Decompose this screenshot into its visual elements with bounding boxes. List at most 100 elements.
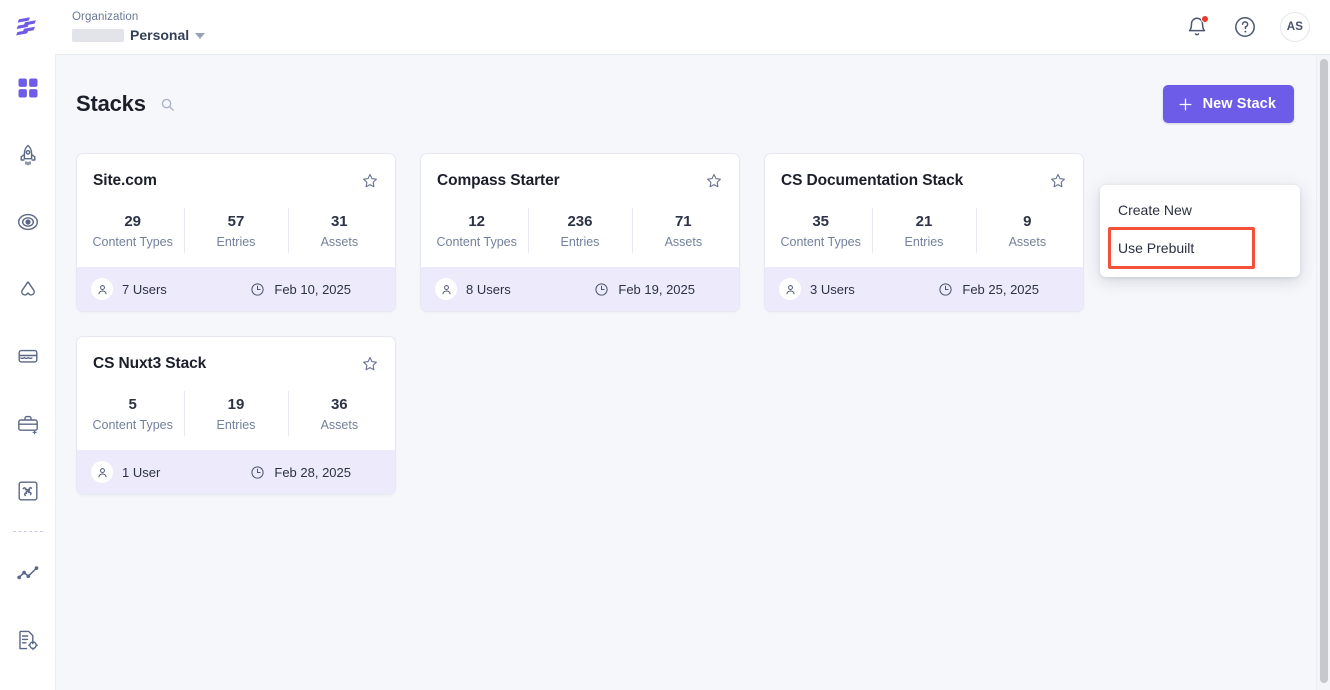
stat-value: 29 — [124, 213, 141, 230]
stat-label: Entries — [216, 418, 256, 432]
page-title: Stacks — [76, 91, 146, 116]
stack-users: 1 User — [91, 461, 160, 483]
menu-item-use-prebuilt[interactable]: Use Prebuilt — [1100, 227, 1300, 269]
stat-value: 36 — [330, 396, 348, 413]
sidebar-item-automate[interactable] — [8, 204, 48, 239]
avatar-initials: AS — [1286, 21, 1304, 33]
stack-card[interactable]: CS Nuxt3 Stack 5 Content Types 19 Entrie… — [76, 336, 396, 495]
page-header: Stacks New Stack — [56, 55, 1330, 123]
chevron-down-icon[interactable] — [195, 33, 206, 39]
stat-label: Assets — [1008, 235, 1047, 249]
question-circle-icon — [1235, 17, 1255, 37]
stack-card-stats: 5 Content Types 19 Entries 36 Assets — [77, 373, 395, 450]
stat-label: Entries — [560, 235, 600, 249]
favorite-star-button[interactable] — [361, 355, 379, 373]
stat-label: Content Types — [436, 235, 517, 249]
stack-card-title: Compass Starter — [437, 172, 560, 189]
top-header: Organization Personal AS — [0, 0, 1330, 54]
body-row: Stacks New Stack Create New Use Prebuilt… — [0, 54, 1330, 690]
sidebar-item-launch[interactable] — [8, 137, 48, 172]
stack-card[interactable]: CS Documentation Stack 35 Content Types — [764, 153, 1084, 312]
app-root: Organization Personal AS Stacks New Stac… — [0, 0, 1330, 690]
organization-switcher[interactable]: Organization Personal — [56, 10, 206, 44]
stack-updated: Feb 25, 2025 — [938, 282, 1069, 297]
stat-value: 71 — [674, 213, 692, 230]
notifications-button[interactable] — [1184, 14, 1210, 40]
stat-assets: 36 Assets — [287, 391, 391, 436]
star-outline-icon — [363, 173, 377, 188]
user-avatar[interactable]: AS — [1280, 12, 1310, 42]
stat-content-types: 35 Content Types — [769, 212, 872, 251]
stat-value: 12 — [468, 213, 485, 230]
stack-updated: Feb 19, 2025 — [594, 282, 725, 297]
rocket-icon — [20, 144, 35, 166]
stack-users-count: 3 Users — [810, 281, 855, 297]
favorite-star-button[interactable] — [705, 172, 723, 190]
sidebar-item-brand-kit[interactable] — [8, 272, 48, 307]
star-outline-icon — [363, 356, 377, 371]
stack-card-header: Compass Starter — [421, 154, 739, 190]
menu-item-create-new[interactable]: Create New — [1100, 193, 1300, 227]
sidebar-item-extensions[interactable] — [8, 473, 48, 508]
stack-updated-date: Feb 25, 2025 — [962, 281, 1039, 297]
stat-entries: 57 Entries — [184, 208, 287, 253]
stack-users-count: 7 Users — [122, 281, 167, 297]
stat-assets: 9 Assets — [975, 208, 1079, 253]
sidebar-item-marketplace[interactable] — [8, 339, 48, 374]
sidebar-item-analytics[interactable] — [8, 556, 48, 591]
new-stack-button[interactable]: New Stack — [1162, 85, 1294, 123]
stat-label: Entries — [904, 235, 944, 249]
target-eye-icon — [17, 213, 38, 231]
favorite-star-button[interactable] — [361, 172, 379, 190]
organization-value-row[interactable]: Personal — [72, 26, 206, 44]
menu-item-create-new-label: Create New — [1118, 202, 1192, 218]
stacks-search-button[interactable] — [160, 97, 175, 112]
stat-assets: 71 Assets — [631, 208, 735, 253]
stack-card-title: CS Documentation Stack — [781, 172, 964, 189]
favorite-star-button[interactable] — [1049, 172, 1067, 190]
new-stack-dropdown-menu: Create New Use Prebuilt — [1100, 185, 1300, 277]
notification-badge-dot — [1201, 15, 1209, 23]
document-gear-icon — [18, 631, 38, 651]
left-nav-rail — [0, 54, 56, 690]
stacks-grid: Site.com 29 Content Types 57 Entries 31 … — [56, 123, 1330, 515]
main-content: Stacks New Stack Create New Use Prebuilt… — [56, 54, 1330, 690]
stack-card-header: CS Documentation Stack — [765, 154, 1083, 190]
stack-card-header: Site.com — [77, 154, 395, 190]
stack-users: 3 Users — [779, 278, 855, 300]
clock-icon — [250, 465, 265, 480]
stack-users-count: 8 Users — [466, 281, 511, 297]
stack-card-title: CS Nuxt3 Stack — [93, 355, 207, 372]
app-logo[interactable] — [0, 0, 56, 54]
stack-card-stats: 35 Content Types 21 Entries 9 Assets — [765, 190, 1083, 267]
stat-value: 57 — [227, 213, 245, 230]
clock-icon — [594, 282, 609, 297]
stack-updated: Feb 10, 2025 — [250, 282, 381, 297]
menu-item-use-prebuilt-label: Use Prebuilt — [1118, 240, 1195, 256]
star-outline-icon — [1051, 173, 1065, 188]
stat-label: Content Types — [92, 235, 173, 249]
stack-card[interactable]: Compass Starter 12 Content Types 236 Ent… — [420, 153, 740, 312]
stat-value: 31 — [330, 213, 348, 230]
sidebar-item-stacks[interactable] — [8, 70, 48, 105]
stack-users: 8 Users — [435, 278, 511, 300]
stat-value: 5 — [128, 396, 137, 413]
store-icon — [18, 350, 38, 364]
help-button[interactable] — [1232, 14, 1258, 40]
stack-card[interactable]: Site.com 29 Content Types 57 Entries 31 … — [76, 153, 396, 312]
sidebar-item-settings-docs[interactable] — [8, 623, 48, 658]
stack-card-footer: 1 User Feb 28, 2025 — [77, 450, 395, 494]
grid-squares-icon — [18, 78, 37, 98]
stat-label: Assets — [320, 418, 359, 432]
search-icon — [161, 98, 174, 111]
sidebar-item-toolbox[interactable] — [8, 406, 48, 441]
puzzle-frame-icon — [18, 481, 38, 501]
vertical-scrollbar[interactable] — [1316, 55, 1330, 690]
stat-value: 236 — [567, 213, 593, 230]
person-icon — [435, 278, 457, 300]
new-stack-label: New Stack — [1202, 96, 1276, 112]
stack-users-count: 1 User — [122, 464, 161, 480]
stack-card-footer: 8 Users Feb 19, 2025 — [421, 267, 739, 311]
scrollbar-thumb[interactable] — [1320, 59, 1328, 683]
organization-name-redacted — [72, 28, 124, 42]
